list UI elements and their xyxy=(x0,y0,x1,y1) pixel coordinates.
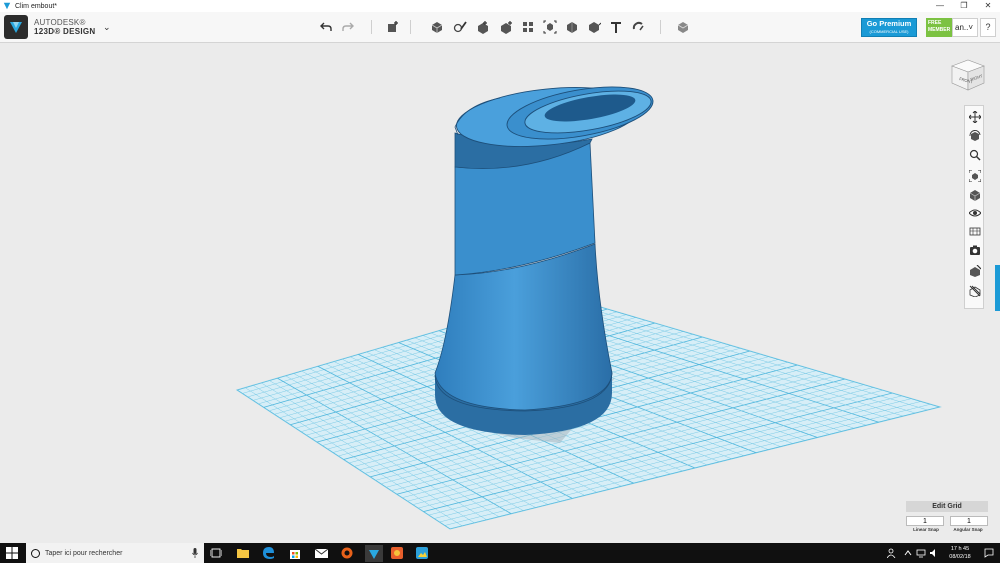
pattern-icon[interactable] xyxy=(519,18,537,36)
minimize-button[interactable]: — xyxy=(928,0,952,12)
free-badge-line-2: MEMBER xyxy=(928,27,951,33)
notifications-icon[interactable] xyxy=(984,548,994,558)
app-logo-icon xyxy=(4,15,28,39)
grid-toggle-icon[interactable] xyxy=(967,263,983,279)
app-orange-icon[interactable] xyxy=(340,546,354,560)
visibility-icon[interactable] xyxy=(967,205,983,221)
mail-icon[interactable] xyxy=(314,546,328,560)
edit-grid-button[interactable]: Edit Grid xyxy=(906,501,988,512)
3d-viewport[interactable]: FRONT RIGHT Edit Grid 1 1 Linear Snap An… xyxy=(0,43,1000,543)
snap-view-icon[interactable] xyxy=(967,283,983,299)
file-explorer-icon[interactable] xyxy=(236,546,250,560)
free-member-badge: FREE MEMBER xyxy=(926,18,952,37)
main-toolbar: AUTODESK® 123D® DESIGN ⌄ Go Premium (COM… xyxy=(0,12,1000,43)
store-icon[interactable] xyxy=(288,546,302,560)
toolbar-divider xyxy=(410,20,411,34)
user-menu[interactable]: an..˅ xyxy=(952,18,978,37)
premium-sublabel: (COMMERCIAL USE) xyxy=(869,29,909,34)
toolbar-divider xyxy=(371,20,372,34)
snap-icon[interactable] xyxy=(629,18,647,36)
help-button[interactable]: ? xyxy=(980,18,996,37)
window-controls: — ❐ ✕ xyxy=(928,0,1000,12)
scene-canvas[interactable] xyxy=(0,43,1000,543)
modify-icon[interactable] xyxy=(497,18,515,36)
user-name: an.. xyxy=(955,23,969,32)
premium-label: Go Premium xyxy=(866,19,912,28)
side-panel-toggle[interactable] xyxy=(995,265,1000,311)
search-placeholder: Taper ici pour rechercher xyxy=(45,549,123,557)
viewcube[interactable]: FRONT RIGHT xyxy=(948,56,986,92)
linear-snap-input[interactable]: 1 xyxy=(906,516,944,526)
fit-icon[interactable] xyxy=(967,168,983,184)
undo-icon[interactable] xyxy=(317,18,335,36)
taskbar: Taper ici pour rechercher 17 h 45 08/02/… xyxy=(0,543,1000,563)
camera-icon[interactable] xyxy=(967,242,983,258)
edge-browser-icon[interactable] xyxy=(262,546,276,560)
text-icon[interactable] xyxy=(607,18,625,36)
chevron-up-icon[interactable] xyxy=(903,548,913,558)
edit-grid-panel: Edit Grid 1 1 Linear Snap Angular Snap xyxy=(906,501,988,532)
clock-date: 08/02/18 xyxy=(949,554,971,560)
pan-icon[interactable] xyxy=(967,109,983,125)
primitives-icon[interactable] xyxy=(428,18,446,36)
grouping-icon[interactable] xyxy=(541,18,559,36)
taskbar-search-box[interactable]: Taper ici pour rechercher xyxy=(26,543,204,563)
app-photos-icon[interactable] xyxy=(415,546,429,560)
views-icon[interactable] xyxy=(967,187,983,203)
clock-time: 17 h 45 xyxy=(950,546,970,552)
app-menu[interactable]: AUTODESK® 123D® DESIGN xyxy=(4,15,96,39)
navigation-bar xyxy=(964,105,984,309)
brand-line-1: AUTODESK® xyxy=(34,18,86,27)
window-title: Clim embout* xyxy=(15,2,58,10)
combine-icon[interactable] xyxy=(563,18,581,36)
angular-snap-input[interactable]: 1 xyxy=(950,516,988,526)
brand-line-2: 123D® DESIGN xyxy=(34,27,96,36)
123d-design-taskbar-icon[interactable] xyxy=(365,545,383,562)
sketch-icon[interactable] xyxy=(451,18,469,36)
app-paint-icon[interactable] xyxy=(390,546,404,560)
construct-icon[interactable] xyxy=(474,18,492,36)
volume-icon[interactable] xyxy=(929,548,939,558)
orbit-icon[interactable] xyxy=(967,128,983,144)
network-icon[interactable] xyxy=(916,548,926,558)
maximize-button[interactable]: ❐ xyxy=(952,0,976,12)
angular-snap-label: Angular Snap xyxy=(953,527,983,532)
go-premium-button[interactable]: Go Premium (COMMERCIAL USE) xyxy=(861,18,917,37)
title-bar: Clim embout* — ❐ ✕ xyxy=(0,0,1000,12)
chevron-down-icon: ˅ xyxy=(968,23,974,32)
toolbar-divider xyxy=(660,20,661,34)
measure-icon[interactable] xyxy=(585,18,603,36)
app-icon xyxy=(3,2,11,10)
people-icon[interactable] xyxy=(887,548,897,558)
windows-start-icon[interactable] xyxy=(6,547,18,559)
material-display-icon[interactable] xyxy=(967,223,983,239)
microphone-icon[interactable] xyxy=(192,548,198,558)
chevron-down-icon[interactable]: ⌄ xyxy=(103,22,111,33)
linear-snap-label: Linear Snap xyxy=(913,527,939,532)
system-clock[interactable]: 17 h 45 08/02/18 xyxy=(944,545,976,561)
task-view-icon[interactable] xyxy=(209,546,223,560)
redo-icon[interactable] xyxy=(339,18,357,36)
zoom-icon[interactable] xyxy=(967,147,983,163)
close-button[interactable]: ✕ xyxy=(976,0,1000,12)
free-badge-line-1: FREE xyxy=(928,20,942,26)
material-icon[interactable] xyxy=(674,18,692,36)
transform-icon[interactable] xyxy=(384,18,402,36)
cortana-icon xyxy=(31,548,40,558)
